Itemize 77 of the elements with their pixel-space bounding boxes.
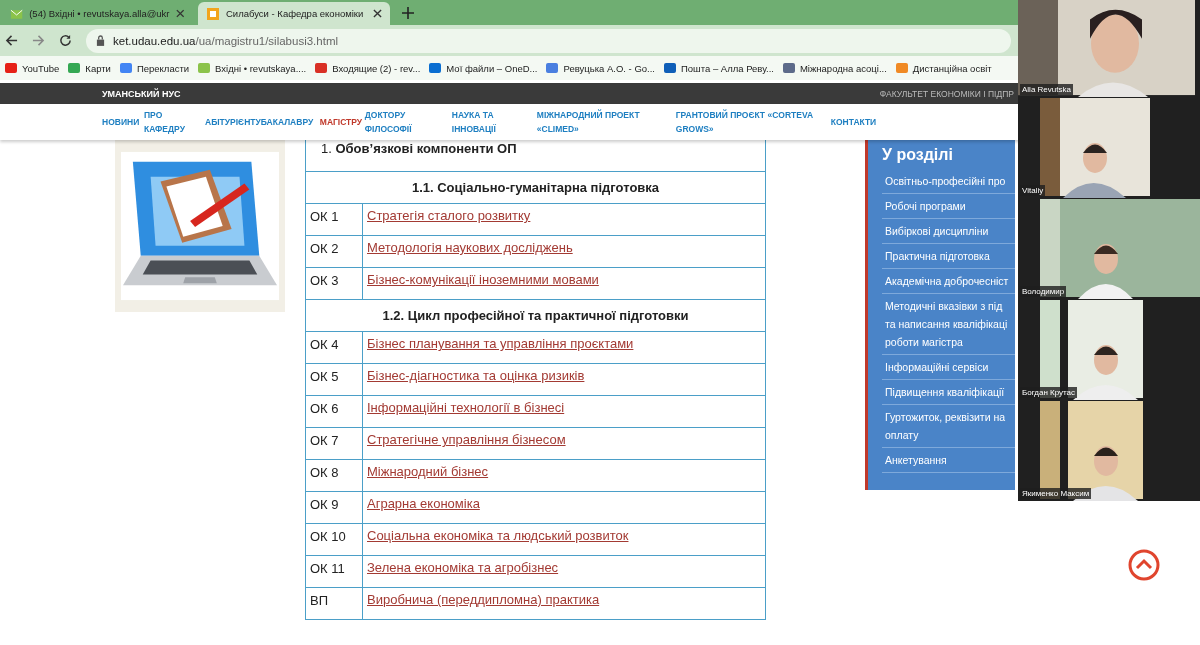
scroll-up-icon[interactable] [1128, 549, 1160, 581]
bookmark[interactable]: Перекласти [119, 62, 190, 74]
nav-link[interactable]: МАГІСТРУ [319, 115, 365, 129]
sidebar-link[interactable]: Освітньо-професійні про [882, 169, 1015, 194]
course-code: ОК 9 [306, 492, 363, 523]
section-heading: 1.2. Цикл професійної та практичної підготовки [382, 308, 689, 323]
nav-link[interactable]: КОНТАКТИ [830, 115, 901, 129]
sidebar-link[interactable]: Підвищення кваліфікації [882, 380, 1015, 405]
bookmark[interactable]: Ревуцька А.О. - Go... [546, 62, 655, 74]
sidebar-link[interactable]: Вибіркові дисципліни [882, 219, 1015, 244]
new-tab-icon[interactable] [402, 7, 414, 19]
reload-icon[interactable] [59, 34, 72, 47]
course-link[interactable]: Стратегія сталого розвитку [367, 208, 531, 223]
course-link[interactable]: Бізнес планування та управління проєктами [367, 336, 634, 351]
course-link[interactable]: Методологія наукових досліджень [367, 240, 573, 255]
course-link[interactable]: Виробнича (переддипломна) практика [367, 592, 600, 607]
course-code: ОК 10 [306, 524, 363, 555]
course-code: ОК 3 [306, 268, 363, 299]
nav-link[interactable]: МІЖНАРОДНИЙ ПРОЕКТ «CLIMED» [536, 108, 676, 136]
bookmark[interactable]: Міжнародна асоці... [782, 62, 887, 74]
bookmark[interactable]: Карти [68, 62, 111, 74]
nav-link[interactable]: ГРАНТОВИЙ ПРОЄКТ «CORTEVA GROWS» [675, 108, 831, 136]
browser-tab[interactable]: (54) Вхідні • revutskaya.alla@ukr [2, 2, 192, 25]
participant-name: Богдан Крутас [1020, 387, 1078, 398]
course-link[interactable]: Стратегічне управління бізнесом [367, 432, 566, 447]
table-heading: 1. Обов’язкові компоненти ОП [321, 141, 517, 156]
course-code: ОК 4 [306, 332, 363, 363]
nav-link[interactable]: НАУКА ТА ІННОВАЦІЇ [451, 108, 537, 136]
bookmark[interactable]: Дистанційна освіт [895, 62, 992, 74]
browser-tab[interactable]: Силабуси - Кафедра економіки [198, 2, 390, 25]
course-link[interactable]: Бізнес-комунікації іноземними мовами [367, 272, 599, 287]
sidebar-link[interactable]: Робочі програми [882, 194, 1015, 219]
course-code: ОК 1 [306, 204, 363, 235]
participant-name: Володимир [1020, 286, 1067, 297]
page-icon [206, 6, 220, 21]
bookmark[interactable]: Входящие (2) - rev... [315, 62, 421, 74]
course-link[interactable]: Бізнес-діагностика та оцінка ризиків [367, 368, 585, 383]
course-link[interactable]: Інформаційні технології в бізнесі [367, 400, 565, 415]
site-name[interactable]: УМАНСЬКИЙ НУС [102, 88, 181, 99]
course-code: ОК 2 [306, 236, 363, 267]
bookmark[interactable]: Пошта – Алла Реву... [664, 62, 774, 74]
lock-icon [96, 35, 105, 46]
sidebar-link[interactable]: Гуртожиток, реквізити на оплату [882, 405, 1015, 448]
sidebar-link[interactable]: Анкетування [882, 448, 1015, 473]
participant-name: Якименко Максим [1020, 488, 1092, 499]
sidebar-link[interactable]: Академічна доброчесніст [882, 269, 1015, 294]
faculty-link[interactable]: ФАКУЛЬТЕТ ЕКОНОМІКИ І ПІДПР [879, 88, 1014, 99]
bookmark[interactable]: YouTube [5, 62, 60, 74]
course-code: ОК 6 [306, 396, 363, 427]
course-link[interactable]: Соціальна економіка та людський розвиток [367, 528, 629, 543]
nav-link[interactable]: БАКАЛАВРУ [260, 115, 320, 129]
close-icon[interactable] [373, 9, 382, 18]
bookmark[interactable]: Мої файли – OneD... [429, 62, 538, 74]
course-code: ОК 11 [306, 556, 363, 587]
participant-name: Vitaliy [1020, 185, 1046, 196]
forward-icon[interactable] [32, 34, 45, 47]
sidebar-link[interactable]: Методичні вказівки з під та написання кваліфікаці роботи магістра [882, 294, 1015, 355]
sidebar-link[interactable]: Практична підготовка [882, 244, 1015, 269]
course-link[interactable]: Зелена економіка та агробізнес [367, 560, 559, 575]
course-code: ОК 7 [306, 428, 363, 459]
course-link[interactable]: Аграрна економіка [367, 496, 480, 511]
section-heading: 1.1. Соціально-гуманітарна підготовка [411, 180, 660, 195]
course-code: ОК 8 [306, 460, 363, 491]
address-field[interactable]: ket.udau.edu.ua/ua/magistru1/silabusi3.html [86, 28, 1011, 53]
nav-link[interactable]: НОВИНИ [102, 115, 144, 129]
close-icon[interactable] [175, 9, 184, 18]
sidebar-title: У розділі [882, 146, 954, 164]
course-link[interactable]: Міжнародний бізнес [367, 464, 489, 479]
course-code: ВП [306, 588, 363, 619]
nav-link[interactable]: АБІТУРІЄНТУ [205, 115, 261, 129]
course-code: ОК 5 [306, 364, 363, 395]
back-icon[interactable] [5, 34, 18, 47]
bookmark[interactable]: Вхідні • revutskaya.... [198, 62, 307, 74]
sidebar-link[interactable]: Інформаційні сервіси [882, 355, 1015, 380]
participant-name: Alla Revutska [1020, 84, 1073, 95]
nav-link[interactable]: ДОКТОРУ ФІЛОСОФІЇ [364, 108, 452, 136]
nav-link[interactable]: ПРО КАФЕДРУ [144, 108, 205, 136]
